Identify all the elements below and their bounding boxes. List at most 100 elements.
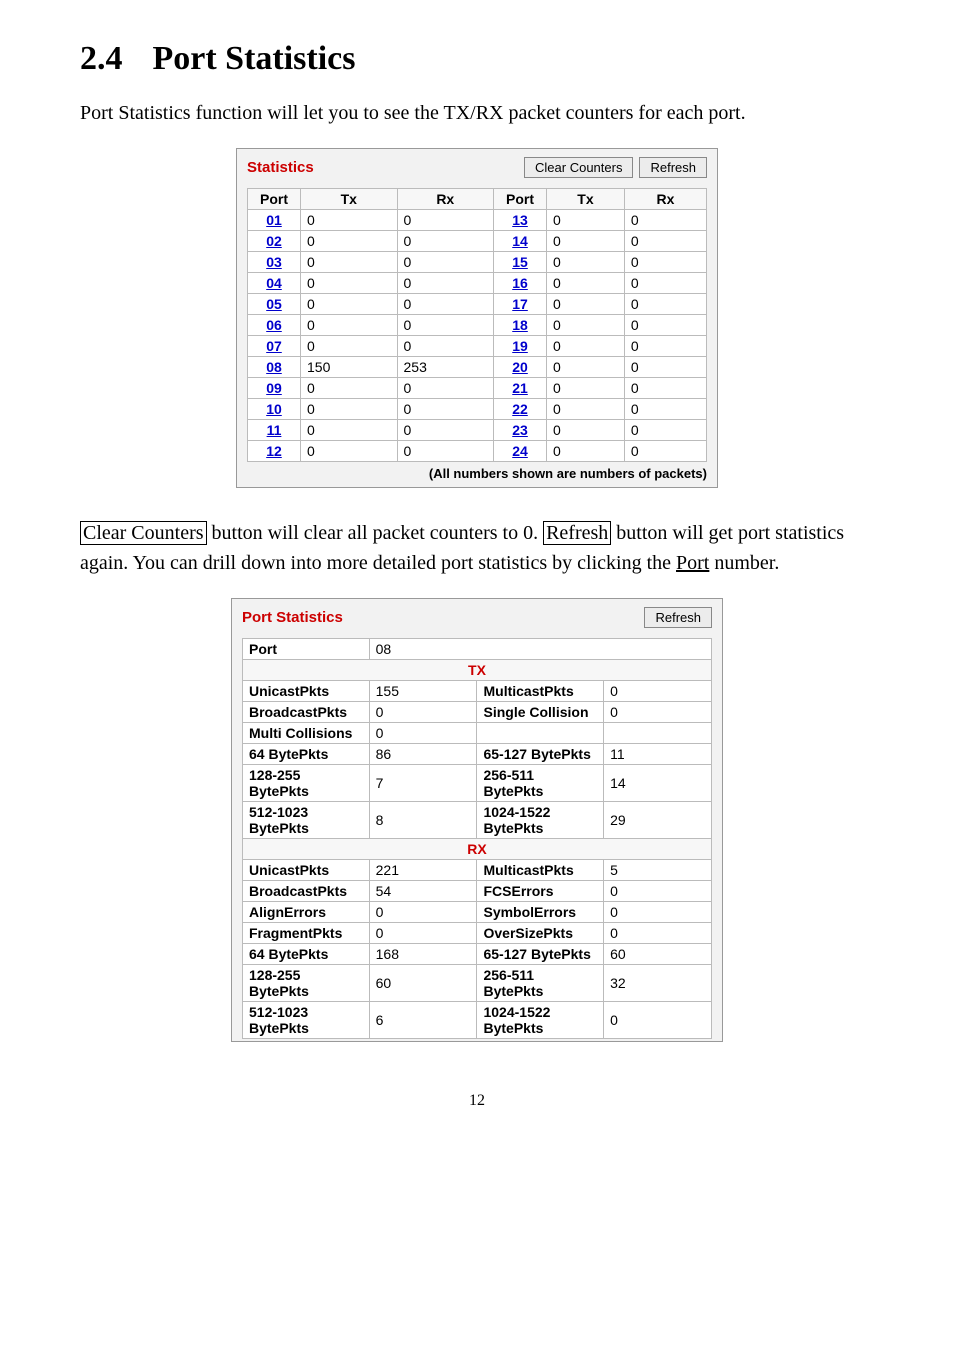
rx-value: 0 [397, 441, 494, 462]
statistics-title: Statistics [247, 159, 518, 176]
tx-value: 0 [301, 315, 398, 336]
rx-value: 0 [624, 252, 706, 273]
port-link[interactable]: 17 [512, 296, 528, 312]
heading-title: Port Statistics [153, 40, 356, 77]
port-link[interactable]: 08 [266, 359, 282, 375]
rx-value: 0 [624, 420, 706, 441]
port-link[interactable]: 06 [266, 317, 282, 333]
port-statistics-title: Port Statistics [242, 609, 638, 626]
port-link[interactable]: 07 [266, 338, 282, 354]
port-link[interactable]: 22 [512, 401, 528, 417]
port-link[interactable]: 03 [266, 254, 282, 270]
table-row: UnicastPkts221MulticastPkts5 [243, 860, 712, 881]
stat-label: 128-255 BytePkts [243, 765, 370, 802]
rx-value: 0 [624, 336, 706, 357]
port-link[interactable]: 20 [512, 359, 528, 375]
clear-counters-button[interactable]: Clear Counters [524, 157, 633, 178]
port-link[interactable]: 13 [512, 212, 528, 228]
port-link[interactable]: 18 [512, 317, 528, 333]
refresh-button[interactable]: Refresh [639, 157, 707, 178]
table-row: 512-1023 BytePkts81024-1522 BytePkts29 [243, 802, 712, 839]
table-row: 06001800 [248, 315, 707, 336]
port-link[interactable]: 09 [266, 380, 282, 396]
text-fragment: button will clear all packet counters to… [207, 522, 544, 544]
stat-value: 8 [369, 802, 477, 839]
stat-value: 54 [369, 881, 477, 902]
stat-label: 65-127 BytePkts [477, 944, 604, 965]
table-row: 128-255 BytePkts60256-511 BytePkts32 [243, 965, 712, 1002]
stat-label: MulticastPkts [477, 860, 604, 881]
tx-value: 0 [301, 294, 398, 315]
stat-label: 1024-1522 BytePkts [477, 802, 604, 839]
rx-value: 253 [397, 357, 494, 378]
table-row: 12002400 [248, 441, 707, 462]
rx-value: 0 [624, 273, 706, 294]
table-row: 02001400 [248, 231, 707, 252]
port-link[interactable]: 24 [512, 443, 528, 459]
stat-value: 155 [369, 681, 477, 702]
rx-value: 0 [624, 315, 706, 336]
port-details-table: Port 08 TX UnicastPkts155MulticastPkts0B… [242, 638, 712, 1039]
rx-value: 0 [397, 273, 494, 294]
rx-value: 0 [624, 210, 706, 231]
port-link[interactable]: 12 [266, 443, 282, 459]
port-link[interactable]: 02 [266, 233, 282, 249]
tx-value: 0 [301, 231, 398, 252]
table-row: 05001700 [248, 294, 707, 315]
rx-value: 0 [624, 294, 706, 315]
tx-value: 0 [301, 441, 398, 462]
stat-label: 64 BytePkts [243, 944, 370, 965]
clear-counters-label: Clear Counters [80, 521, 207, 545]
port-link[interactable]: 10 [266, 401, 282, 417]
stat-label: 128-255 BytePkts [243, 965, 370, 1002]
stat-label: OverSizePkts [477, 923, 604, 944]
stat-label [477, 723, 604, 744]
tx-value: 0 [547, 420, 625, 441]
statistics-panel: Statistics Clear Counters Refresh Port T… [236, 148, 718, 488]
rx-value: 0 [397, 336, 494, 357]
rx-value: 0 [397, 378, 494, 399]
port-link[interactable]: 23 [512, 422, 528, 438]
text-fragment: number. [709, 552, 779, 574]
port-details-panel: Port Statistics Refresh Port 08 TX Unica… [231, 598, 723, 1042]
ports-table: Port Tx Rx Port Tx Rx 010013000200140003… [247, 188, 707, 462]
table-row: 03001500 [248, 252, 707, 273]
port-link[interactable]: 16 [512, 275, 528, 291]
port-link[interactable]: 15 [512, 254, 528, 270]
col-rx: Rx [397, 189, 494, 210]
port-link[interactable]: 21 [512, 380, 528, 396]
page-number: 12 [80, 1092, 874, 1110]
port-link[interactable]: 04 [266, 275, 282, 291]
heading-number: 2.4 [80, 40, 123, 78]
tx-value: 0 [547, 378, 625, 399]
stat-value: 11 [604, 744, 712, 765]
table-footnote: (All numbers shown are numbers of packet… [247, 466, 707, 481]
port-link[interactable]: 14 [512, 233, 528, 249]
rx-value: 0 [624, 441, 706, 462]
table-row: 11002300 [248, 420, 707, 441]
port-link[interactable]: 01 [266, 212, 282, 228]
port-link[interactable]: 11 [267, 422, 282, 438]
table-row: 09002100 [248, 378, 707, 399]
tx-value: 0 [301, 336, 398, 357]
tx-value: 0 [547, 294, 625, 315]
tx-header: TX [243, 660, 712, 681]
port-link[interactable]: 19 [512, 338, 528, 354]
stat-label: FragmentPkts [243, 923, 370, 944]
table-row: 081502532000 [248, 357, 707, 378]
table-row: 07001900 [248, 336, 707, 357]
tx-value: 0 [301, 399, 398, 420]
stat-value: 6 [369, 1002, 477, 1039]
refresh-button[interactable]: Refresh [644, 607, 712, 628]
col-tx: Tx [301, 189, 398, 210]
tx-value: 150 [301, 357, 398, 378]
stat-value: 0 [369, 902, 477, 923]
rx-value: 0 [397, 399, 494, 420]
rx-value: 0 [397, 210, 494, 231]
rx-value: 0 [397, 315, 494, 336]
port-link[interactable]: 05 [266, 296, 282, 312]
mid-paragraph: Clear Counters button will clear all pac… [80, 518, 874, 578]
intro-paragraph: Port Statistics function will let you to… [80, 98, 874, 128]
stat-label: 1024-1522 BytePkts [477, 1002, 604, 1039]
stat-value: 60 [369, 965, 477, 1002]
